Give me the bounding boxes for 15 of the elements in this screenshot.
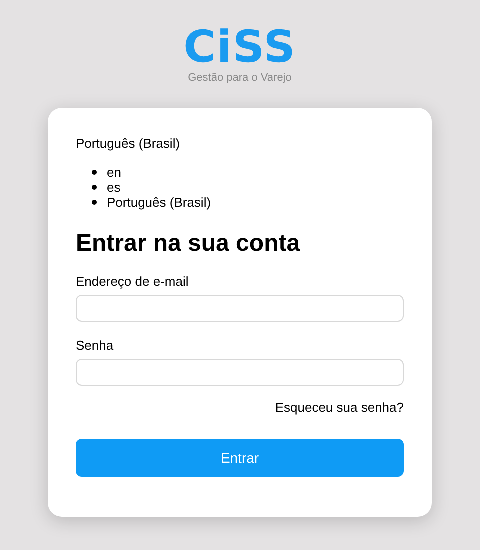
forgot-password-link[interactable]: Esqueceu sua senha? <box>275 400 404 415</box>
input-field[interactable] <box>76 359 404 386</box>
language-option[interactable]: en <box>107 165 122 180</box>
input-field[interactable] <box>76 295 404 322</box>
page-heading: Entrar na sua conta <box>76 230 302 258</box>
logo-tagline: Gestão para o Varejo <box>188 72 292 84</box>
field-label: Endereço de e-mail <box>76 274 190 289</box>
bullet-icon <box>92 170 97 175</box>
bullet-icon <box>92 185 97 190</box>
language-option[interactable]: es <box>107 180 121 195</box>
field-label: Senha <box>76 338 115 353</box>
language-option[interactable]: Português (Brasil) <box>107 195 212 210</box>
current-language: Português (Brasil) <box>76 136 182 151</box>
logo-wordmark: CiSS <box>184 24 296 72</box>
bullet-icon <box>92 200 97 205</box>
